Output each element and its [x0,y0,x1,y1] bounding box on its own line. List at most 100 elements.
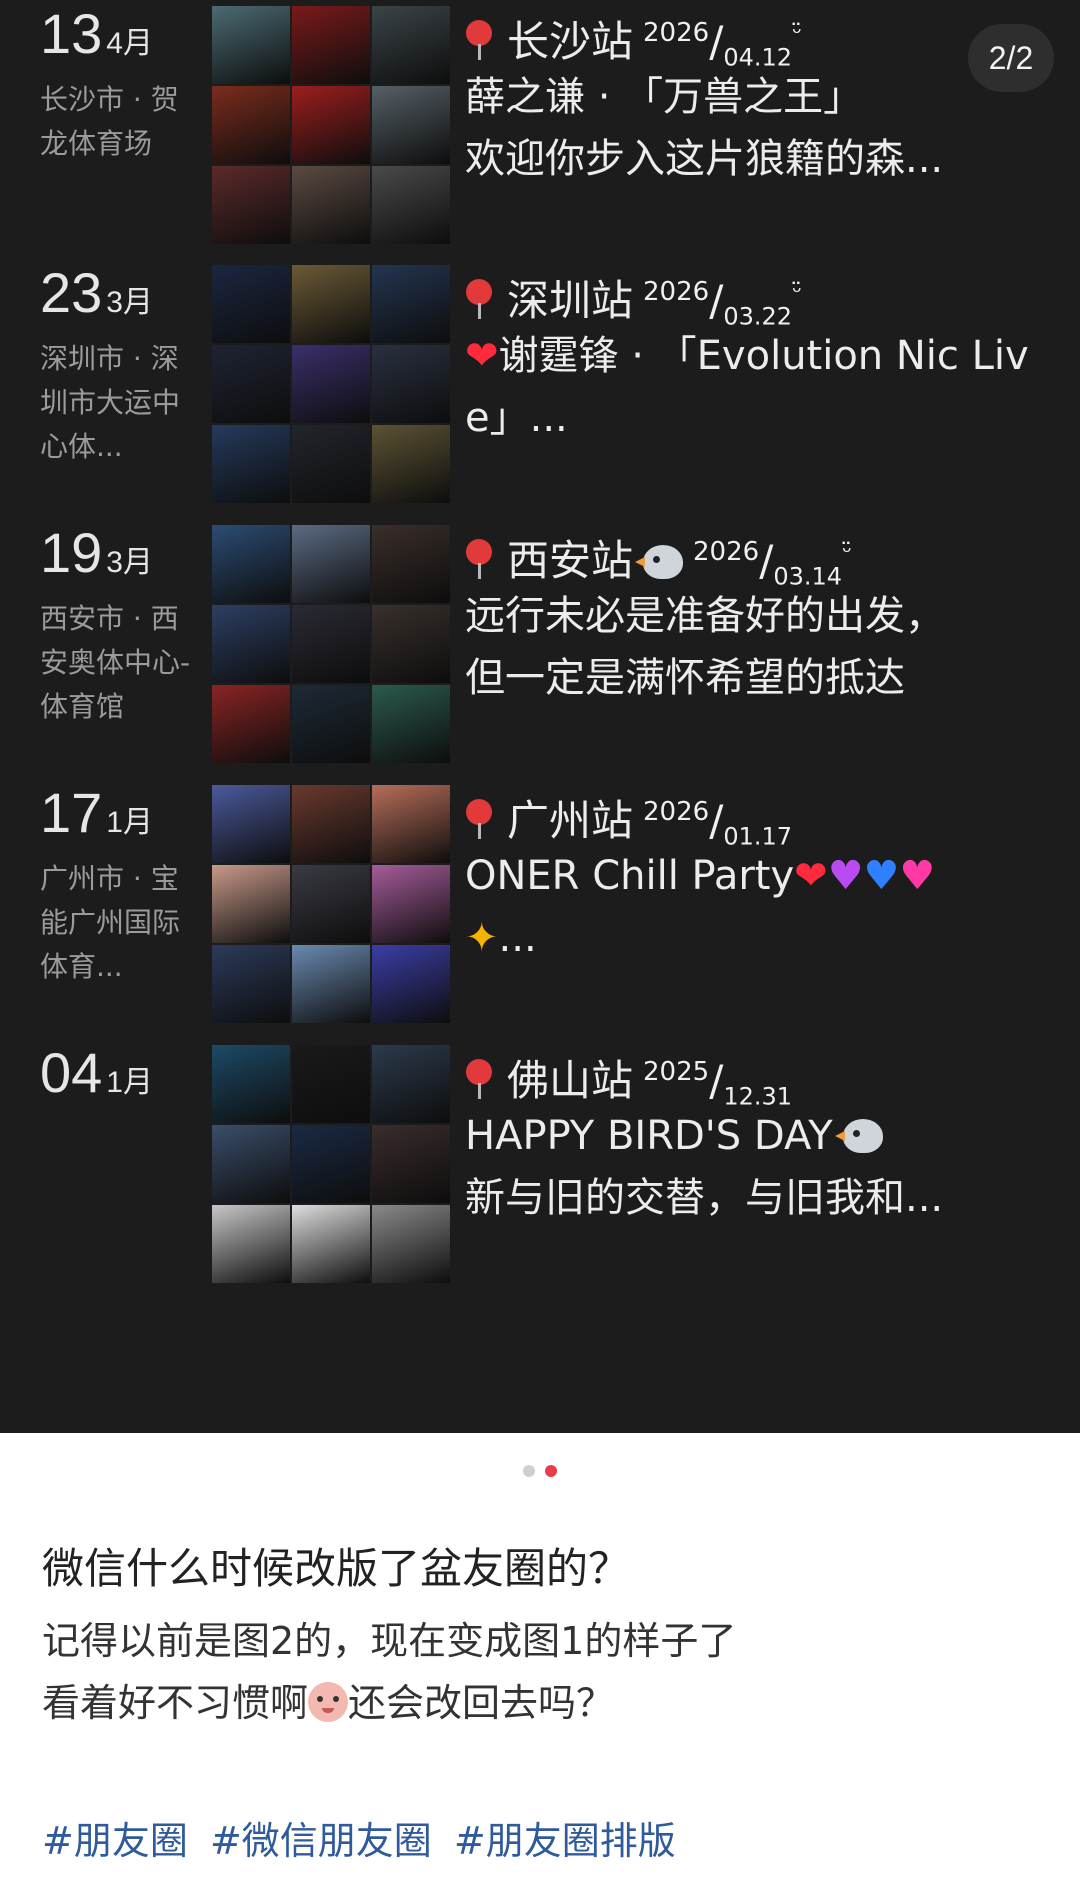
post-body: 记得以前是图2的，现在变成图1的样子了 看着好不习惯啊 还会改回去吗？ [42,1610,736,1734]
caption-line: HAPPY BIRD'S DAY [465,1113,833,1159]
photo-thumbnail[interactable] [372,1125,450,1203]
hashtag[interactable]: #朋友圈 [42,1819,188,1863]
photo-thumbnail[interactable] [292,166,370,244]
red-heart-icon: ❤ [794,853,828,899]
photo-thumbnail[interactable] [212,525,290,603]
photo-thumbnail[interactable] [212,86,290,164]
photo-thumbnail[interactable] [212,425,290,503]
place-name: 长沙站 [507,17,634,66]
photo-thumbnail[interactable] [292,605,370,683]
carousel-dot-active[interactable] [545,1465,557,1477]
photo-thumbnail[interactable] [372,785,450,863]
photo-thumbnail[interactable] [372,865,450,943]
place-line: 西安站 2026/03.14ᵕ̈ [465,525,1065,590]
photo-thumbnail[interactable] [372,525,450,603]
photo-thumbnail[interactable] [212,345,290,423]
photo-thumbnail[interactable] [292,1045,370,1123]
photo-thumbnail[interactable] [292,86,370,164]
place-line: 长沙站 2026/04.12ᵕ̈ [465,6,1065,71]
entry-caption: ❤谢霆锋 · 「Evolution Nic Live」... [465,325,1065,449]
hashtag[interactable]: #微信朋友圈 [210,1819,432,1863]
photo-thumbnail[interactable] [372,1045,450,1123]
entry-month: 3月 [106,286,153,319]
photo-thumbnail[interactable] [292,425,370,503]
photo-thumbnail[interactable] [212,6,290,84]
photo-thumbnail[interactable] [212,865,290,943]
place-name: 佛山站 [507,1056,634,1105]
photo-thumbnail[interactable] [212,605,290,683]
entry-location: 广州市 · 宝能广州国际体育... [40,862,181,983]
photo-thumbnail[interactable] [372,605,450,683]
photo-thumbnail[interactable] [372,945,450,1023]
timeline-entry[interactable]: 23 3月 深圳市 · 深圳市大运中心体... 深圳站 2026/03.22ᵕ̈ ❤… [0,265,1080,510]
moments-screenshot: 2/2 13 4月 长沙市 · 贺龙体育场 长沙站 2026/04.12ᵕ̈ 薛之谦… [0,0,1080,1433]
photo-thumbnail[interactable] [372,265,450,343]
photo-thumbnail[interactable] [292,525,370,603]
photo-thumbnail[interactable] [292,865,370,943]
post-year: 2026 [643,277,710,307]
date-block: 04 1月 [40,1045,200,1101]
timeline-entry[interactable]: 13 4月 长沙市 · 贺龙体育场 长沙站 2026/04.12ᵕ̈ 薛之谦 · 「… [0,6,1080,251]
date-slash: / [709,796,724,845]
photo-thumbnail[interactable] [292,685,370,763]
post-title: 微信什么时候改版了盆友圈的？ [42,1544,631,1593]
caption-line: 欢迎你步入这片狼籍的森... [465,136,944,182]
photo-thumbnail[interactable] [372,685,450,763]
hashtag[interactable]: #朋友圈排版 [454,1819,676,1863]
photo-thumbnail[interactable] [212,685,290,763]
photo-thumbnail[interactable] [212,785,290,863]
entry-day: 23 [40,261,103,324]
photo-thumbnail[interactable] [212,1125,290,1203]
date-block: 13 4月 长沙市 · 贺龙体育场 [40,6,200,166]
date-block: 23 3月 深圳市 · 深圳市大运中心体... [40,265,200,469]
photo-thumbnail[interactable] [212,1205,290,1283]
entry-text: 西安站 2026/03.14ᵕ̈ 远行未必是准备好的出发， 但一定是满怀希望的抵达 [465,525,1065,709]
place-name: 广州站 [507,796,634,845]
photo-grid[interactable] [212,265,450,503]
date-slash: / [709,17,724,66]
post-body-text: 还会改回去吗？ [348,1681,615,1725]
timeline-entry[interactable]: 04 1月 佛山站 2025/12.31 HAPPY BIRD'S DAY 新与旧的… [0,1045,1080,1290]
bird-icon [834,1119,883,1153]
photo-thumbnail[interactable] [212,166,290,244]
photo-thumbnail[interactable] [292,1205,370,1283]
place-name: 西安站 [507,536,634,585]
hashtag-row: #朋友圈 #微信朋友圈 #朋友圈排版 [42,1810,686,1865]
caption-line: 远行未必是准备好的出发， [465,593,945,639]
smile-icon: ᵕ̈ [792,278,802,306]
entry-text: 广州站 2026/01.17 ONER Chill Party❤♥♥♥ ✦... [465,785,1065,969]
photo-thumbnail[interactable] [212,945,290,1023]
timeline-entry[interactable]: 19 3月 西安市 · 西安奥体中心-体育馆 西安站 2026/03.14ᵕ̈ 远行… [0,525,1080,770]
photo-thumbnail[interactable] [372,166,450,244]
bird-icon [635,545,684,579]
pink-heart-icon: ♥ [899,853,936,899]
photo-thumbnail[interactable] [372,425,450,503]
photo-grid[interactable] [212,785,450,1023]
post-body-line: 记得以前是图2的，现在变成图1的样子了 [42,1619,737,1663]
photo-thumbnail[interactable] [292,785,370,863]
entry-day: 19 [40,521,103,584]
photo-grid[interactable] [212,1045,450,1283]
photo-thumbnail[interactable] [372,6,450,84]
photo-thumbnail[interactable] [292,265,370,343]
photo-thumbnail[interactable] [372,1205,450,1283]
entry-text: 佛山站 2025/12.31 HAPPY BIRD'S DAY 新与旧的交替，与旧… [465,1045,1065,1229]
date-slash: / [709,276,724,325]
photo-thumbnail[interactable] [292,6,370,84]
post-year: 2026 [643,18,710,48]
photo-thumbnail[interactable] [212,1045,290,1123]
entry-location: 深圳市 · 深圳市大运中心体... [40,342,181,463]
photo-grid[interactable] [212,6,450,244]
carousel-dot[interactable] [523,1465,535,1477]
smile-icon: ᵕ̈ [842,538,852,566]
timeline-entry[interactable]: 17 1月 广州市 · 宝能广州国际体育... 广州站 2026/01.17 ONE… [0,785,1080,1030]
photo-thumbnail[interactable] [212,265,290,343]
photo-thumbnail[interactable] [372,86,450,164]
entry-caption: HAPPY BIRD'S DAY 新与旧的交替，与旧我和... [465,1105,1065,1229]
photo-thumbnail[interactable] [292,345,370,423]
photo-thumbnail[interactable] [292,945,370,1023]
photo-thumbnail[interactable] [372,345,450,423]
caption-ellipsis: ... [498,915,537,961]
photo-grid[interactable] [212,525,450,763]
photo-thumbnail[interactable] [292,1125,370,1203]
